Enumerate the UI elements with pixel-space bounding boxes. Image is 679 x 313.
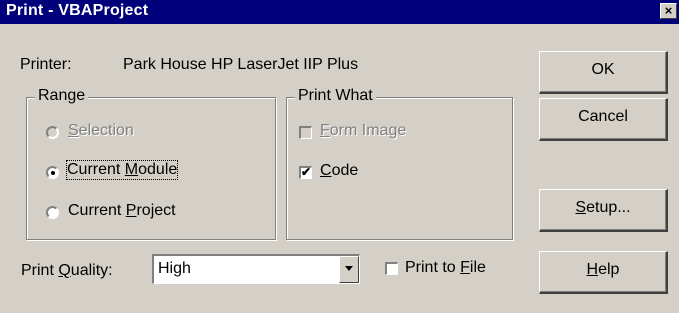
range-legend: Range <box>35 87 89 105</box>
current-project-radio-label[interactable]: Current Project <box>68 202 176 220</box>
selection-radio[interactable] <box>46 126 59 139</box>
title-bar: Print - VBAProject × <box>0 0 679 24</box>
print-quality-select[interactable]: High <box>152 254 360 284</box>
printer-name: Park House HP LaserJet IIP Plus <box>123 56 359 73</box>
ok-button-label: OK <box>591 61 615 78</box>
form-image-checkbox-label[interactable]: Form Image <box>320 122 406 140</box>
close-icon: × <box>664 3 673 18</box>
selection-radio-label[interactable]: Selection <box>68 122 134 140</box>
printer-label: Printer: <box>20 56 72 73</box>
window-title: Print - VBAProject <box>6 2 149 19</box>
current-module-radio[interactable] <box>46 166 59 179</box>
code-checkbox[interactable]: ✔ <box>299 165 312 179</box>
current-module-radio-label[interactable]: Current Module <box>65 160 179 180</box>
checkmark-icon: ✔ <box>301 165 312 179</box>
print-quality-label: Print Quality: <box>21 262 113 279</box>
setup-button[interactable]: Setup... <box>539 189 668 232</box>
chevron-down-icon <box>345 266 353 271</box>
cancel-button-label: Cancel <box>578 108 628 125</box>
help-button-label: Help <box>586 261 620 278</box>
form-image-checkbox[interactable] <box>299 126 312 139</box>
code-checkbox-label[interactable]: Code <box>320 162 358 180</box>
print-to-file-checkbox[interactable] <box>385 262 398 275</box>
print-what-legend: Print What <box>295 87 376 105</box>
close-button[interactable]: × <box>660 3 677 19</box>
cancel-button[interactable]: Cancel <box>539 98 668 141</box>
print-quality-value: High <box>158 260 191 277</box>
setup-button-label: Setup... <box>575 199 631 216</box>
print-to-file-label[interactable]: Print to File <box>405 259 486 277</box>
ok-button[interactable]: OK <box>539 51 668 94</box>
radio-selected-dot <box>51 171 55 175</box>
dropdown-button[interactable] <box>339 256 359 283</box>
help-button[interactable]: Help <box>539 251 668 294</box>
current-project-radio[interactable] <box>46 206 59 219</box>
